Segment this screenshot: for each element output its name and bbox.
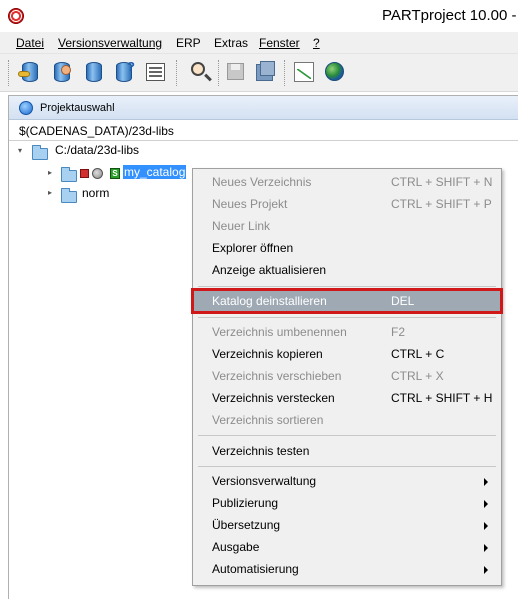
ctx-item-neuer-link[interactable]: Neuer Link <box>194 216 500 238</box>
menu-help[interactable]: ? <box>313 36 320 50</box>
tree-root-label[interactable]: C:/data/23d-libs <box>55 143 139 157</box>
database-icon[interactable] <box>81 59 107 85</box>
globe-icon[interactable] <box>321 59 347 85</box>
menu-help-label: ? <box>313 36 320 50</box>
ctx-item-shortcut: CTRL + SHIFT + P <box>391 197 492 211</box>
ctx-item-label: Ausgabe <box>212 540 260 554</box>
ctx-item-verzeichnis-verschieben[interactable]: Verzeichnis verschieben CTRL + X <box>194 366 500 388</box>
ctx-item-explorer-oeffnen[interactable]: Explorer öffnen <box>194 238 500 260</box>
title-bar: PARTproject 10.00 - P <box>0 0 518 32</box>
ctx-item-label: Verzeichnis verschieben <box>212 369 342 383</box>
ctx-item-label: Verzeichnis verstecken <box>212 391 335 405</box>
lock-icon <box>80 169 89 178</box>
panel-title: Projektauswahl <box>40 102 115 114</box>
ctx-item-label: Explorer öffnen <box>212 241 294 255</box>
menu-fenster[interactable]: Fenster <box>259 36 300 50</box>
ctx-item-shortcut: F2 <box>391 325 406 339</box>
menu-separator <box>198 286 496 287</box>
save-icon[interactable] <box>222 59 248 85</box>
ctx-item-ausgabe[interactable]: Ausgabe <box>194 537 500 559</box>
status-icon: S <box>110 168 120 179</box>
chart-icon[interactable] <box>291 59 317 85</box>
project-icon <box>19 101 33 115</box>
submenu-arrow-icon <box>484 478 488 486</box>
menu-extras[interactable]: Extras <box>214 36 248 50</box>
ctx-item-verzeichnis-verstecken[interactable]: Verzeichnis verstecken CTRL + SHIFT + H <box>194 388 500 410</box>
menu-separator <box>198 435 496 436</box>
menu-versionsverwaltung-label: Versionsverwaltung <box>58 36 163 50</box>
ctx-item-anzeige-aktualisieren[interactable]: Anzeige aktualisieren <box>194 260 500 282</box>
search-icon[interactable] <box>187 59 213 85</box>
database-help-icon[interactable]: ? <box>111 59 137 85</box>
ctx-item-verzeichnis-testen[interactable]: Verzeichnis testen <box>194 441 500 463</box>
path-text: $(CADENAS_DATA)/23d-libs <box>19 124 174 138</box>
submenu-arrow-icon <box>484 500 488 508</box>
menu-datei[interactable]: Datei <box>16 36 44 50</box>
menu-bar: Datei Versionsverwaltung ERP Extras Fens… <box>0 32 518 54</box>
world-icon <box>92 168 103 179</box>
ctx-item-label: Verzeichnis umbenennen <box>212 325 347 339</box>
database-key-icon[interactable] <box>17 59 43 85</box>
path-field[interactable]: $(CADENAS_DATA)/23d-libs <box>9 121 518 141</box>
window-title: PARTproject 10.00 - P <box>382 7 518 24</box>
menu-extras-label: Extras <box>214 36 249 50</box>
ctx-item-label: Verzeichnis testen <box>212 444 310 458</box>
folder-icon <box>61 188 77 203</box>
ctx-item-shortcut: CTRL + C <box>391 347 445 361</box>
app-icon[interactable] <box>8 8 24 24</box>
ctx-item-katalog-deinstallieren[interactable]: Katalog deinstallieren DEL <box>191 288 503 314</box>
context-menu: Neues Verzeichnis CTRL + SHIFT + N Neues… <box>191 168 503 586</box>
tree-item-norm[interactable]: norm <box>82 186 109 200</box>
ctx-item-label: Neues Verzeichnis <box>212 175 312 189</box>
tree-expander-my-catalog[interactable]: ▸ <box>48 168 52 177</box>
menu-versionsverwaltung[interactable]: Versionsverwaltung <box>58 36 162 50</box>
submenu-arrow-icon <box>484 522 488 530</box>
menu-erp[interactable]: ERP <box>176 36 201 50</box>
toolbar-grip[interactable] <box>8 60 11 86</box>
folder-open-icon <box>32 145 48 160</box>
tree-item-my-catalog[interactable]: my_catalog <box>123 165 187 179</box>
ctx-item-shortcut: CTRL + SHIFT + N <box>391 175 493 189</box>
ctx-item-label: Automatisierung <box>212 562 299 576</box>
menu-separator <box>198 466 496 467</box>
tree-item-my-catalog-label: my_catalog <box>123 165 187 179</box>
database-users-icon[interactable] <box>49 59 75 85</box>
folder-icon <box>61 167 77 182</box>
ctx-item-neues-verzeichnis[interactable]: Neues Verzeichnis CTRL + SHIFT + N <box>194 172 500 194</box>
ctx-item-uebersetzung[interactable]: Übersetzung <box>194 515 500 537</box>
ctx-item-shortcut: CTRL + SHIFT + H <box>391 391 493 405</box>
ctx-item-shortcut: CTRL + X <box>391 369 444 383</box>
ctx-item-label: Übersetzung <box>212 518 281 532</box>
submenu-arrow-icon <box>484 544 488 552</box>
menu-datei-label: Datei <box>16 36 45 50</box>
ctx-item-verzeichnis-kopieren[interactable]: Verzeichnis kopieren CTRL + C <box>194 344 500 366</box>
menu-fenster-label: Fenster <box>259 36 300 50</box>
ctx-item-label: Anzeige aktualisieren <box>212 263 327 277</box>
submenu-arrow-icon <box>484 566 488 574</box>
ctx-item-label: Versionsverwaltung <box>212 474 317 488</box>
ctx-item-label: Verzeichnis sortieren <box>212 413 324 427</box>
tree-expander-root[interactable]: ▾ <box>18 146 22 155</box>
ctx-item-verzeichnis-sortieren[interactable]: Verzeichnis sortieren <box>194 410 500 432</box>
toolbar: ? <box>0 54 518 92</box>
ctx-item-label: Neues Projekt <box>212 197 288 211</box>
list-view-icon[interactable] <box>142 59 168 85</box>
highlight-annotation-box <box>191 288 503 314</box>
ctx-item-neues-projekt[interactable]: Neues Projekt CTRL + SHIFT + P <box>194 194 500 216</box>
tree-expander-norm[interactable]: ▸ <box>48 188 52 197</box>
ctx-item-verzeichnis-umbenennen[interactable]: Verzeichnis umbenennen F2 <box>194 322 500 344</box>
ctx-item-publizierung[interactable]: Publizierung <box>194 493 500 515</box>
panel-header: Projektauswahl <box>9 96 518 120</box>
toolbar-grip-4[interactable] <box>284 60 287 86</box>
toolbar-grip-2[interactable] <box>176 60 179 86</box>
menu-separator <box>198 317 496 318</box>
ctx-item-automatisierung[interactable]: Automatisierung <box>194 559 500 581</box>
toolbar-grip-3[interactable] <box>218 60 221 86</box>
save-all-icon[interactable] <box>253 59 279 85</box>
ctx-item-label: Publizierung <box>212 496 279 510</box>
ctx-item-label: Neuer Link <box>212 219 271 233</box>
ctx-item-label: Verzeichnis kopieren <box>212 347 323 361</box>
ctx-item-versionsverwaltung[interactable]: Versionsverwaltung <box>194 471 500 493</box>
menu-erp-label: ERP <box>176 36 201 50</box>
